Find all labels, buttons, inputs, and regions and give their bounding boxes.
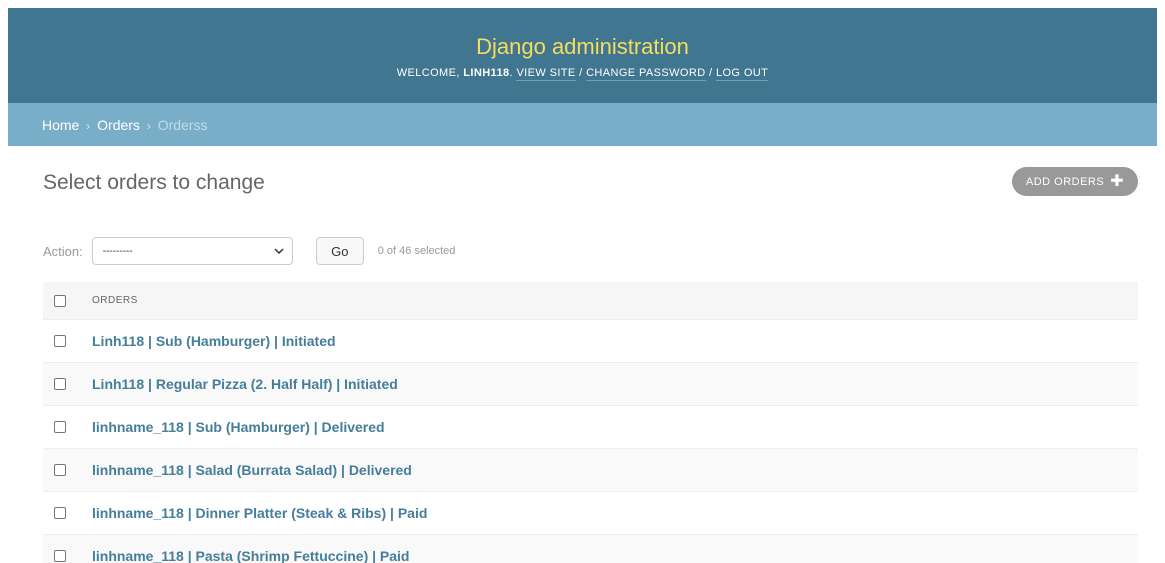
action-select[interactable]: ---------	[91, 237, 293, 265]
chevron-down-icon	[274, 246, 284, 257]
order-link[interactable]: Linh118 | Sub (Hamburger) | Initiated	[92, 333, 336, 349]
row-checkbox[interactable]	[54, 550, 66, 562]
breadcrumb-orders[interactable]: Orders	[97, 117, 140, 133]
page-title: Select orders to change	[43, 171, 265, 194]
row-checkbox[interactable]	[54, 507, 66, 519]
header: Django administration WELCOME, LINH118. …	[8, 8, 1157, 103]
order-link[interactable]: linhname_118 | Dinner Platter (Steak & R…	[92, 505, 427, 521]
user-tools: WELCOME, LINH118. VIEW SITE / CHANGE PAS…	[396, 67, 769, 81]
plus-icon: ✚	[1110, 172, 1125, 190]
order-link[interactable]: Linh118 | Regular Pizza (2. Half Half) |…	[92, 376, 398, 392]
order-link[interactable]: linhname_118 | Sub (Hamburger) | Deliver…	[92, 419, 385, 435]
go-button[interactable]: Go	[315, 237, 364, 265]
site-brand[interactable]: Django administration	[8, 34, 1157, 60]
actions-bar: Action: --------- Go 0 of 46 selected	[43, 237, 455, 265]
order-link[interactable]: linhname_118 | Pasta (Shrimp Fettuccine)…	[92, 548, 410, 563]
username: LINH118	[463, 67, 510, 79]
table-row: Linh118 | Sub (Hamburger) | Initiated	[43, 320, 1138, 363]
table-row: linhname_118 | Salad (Burrata Salad) | D…	[43, 449, 1138, 492]
breadcrumb-separator-icon: ›	[86, 119, 91, 133]
results-table: ORDERS Linh118 | Sub (Hamburger) | Initi…	[43, 282, 1138, 563]
breadcrumb-current: Orderss	[157, 117, 208, 133]
separator: /	[579, 67, 583, 79]
page: Django administration WELCOME, LINH118. …	[0, 0, 1165, 563]
order-link[interactable]: linhname_118 | Salad (Burrata Salad) | D…	[92, 462, 412, 478]
row-checkbox[interactable]	[54, 421, 66, 433]
row-checkbox[interactable]	[54, 378, 66, 390]
table-row: linhname_118 | Dinner Platter (Steak & R…	[43, 492, 1138, 535]
table-row: linhname_118 | Pasta (Shrimp Fettuccine)…	[43, 535, 1138, 563]
row-checkbox[interactable]	[54, 464, 66, 476]
selection-counter: 0 of 46 selected	[377, 245, 456, 257]
change-password-link[interactable]: CHANGE PASSWORD	[586, 67, 706, 81]
action-label: Action:	[43, 243, 83, 259]
welcome-text: WELCOME,	[396, 67, 460, 79]
separator: /	[709, 67, 713, 79]
log-out-link[interactable]: LOG OUT	[715, 67, 769, 81]
table-row: linhname_118 | Sub (Hamburger) | Deliver…	[43, 406, 1138, 449]
select-all-checkbox[interactable]	[54, 294, 66, 307]
table-header: ORDERS	[43, 282, 1138, 320]
breadcrumb-separator-icon: ›	[146, 119, 151, 133]
breadcrumb: Home › Orders › Orderss	[8, 103, 1157, 146]
action-select-value: ---------	[102, 245, 133, 257]
row-checkbox[interactable]	[54, 335, 66, 347]
column-header-orders[interactable]: ORDERS	[92, 295, 138, 306]
add-orders-button[interactable]: ADD ORDERS ✚	[1012, 167, 1138, 196]
add-orders-label: ADD ORDERS	[1025, 175, 1105, 188]
view-site-link[interactable]: VIEW SITE	[516, 67, 576, 81]
table-row: Linh118 | Regular Pizza (2. Half Half) |…	[43, 363, 1138, 406]
breadcrumb-home[interactable]: Home	[42, 117, 79, 133]
